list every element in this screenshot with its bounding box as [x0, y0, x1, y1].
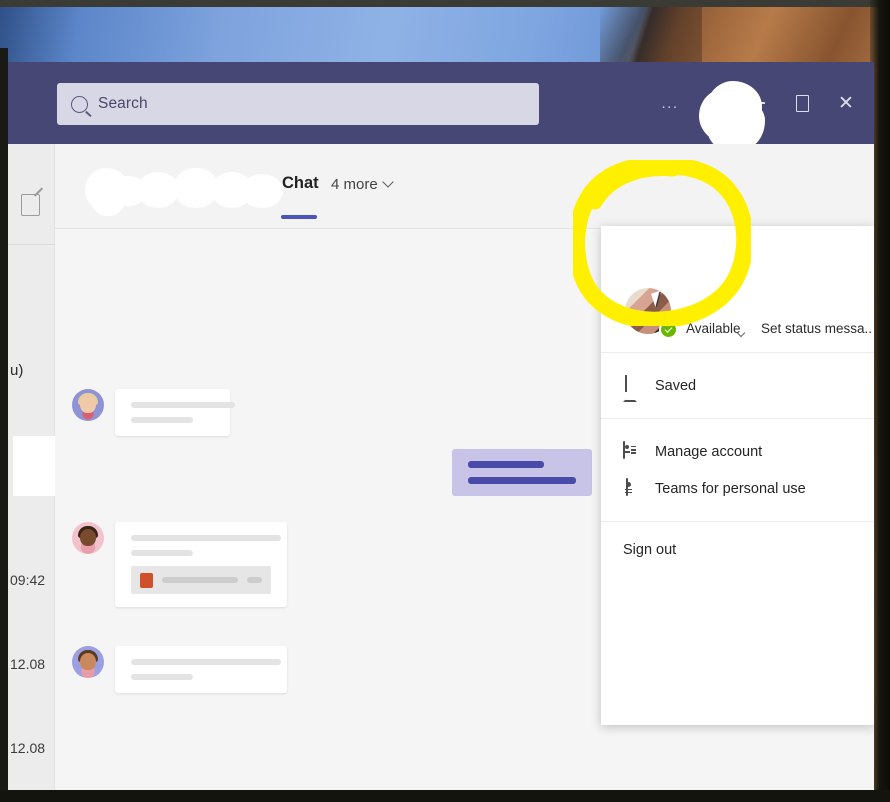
tab-chat[interactable]: Chat	[282, 174, 319, 193]
redacted-file-size	[246, 577, 262, 583]
avatar-face	[80, 396, 96, 414]
attachment-row[interactable]	[131, 566, 271, 594]
redacted-file-name	[162, 577, 238, 583]
chat-tabstrip: Chat 4 more	[55, 144, 874, 229]
set-status-message-button[interactable]: Set status messa..	[761, 321, 872, 336]
more-options-button[interactable]: ...	[648, 80, 692, 126]
ellipsis-icon: ...	[661, 94, 679, 112]
window-titlebar: Search ... ✕	[8, 62, 874, 144]
wallpaper-cliff-edge	[592, 7, 702, 67]
contact-card-icon	[623, 441, 641, 461]
redacted-text-line	[131, 417, 193, 423]
desktop-left-edge	[0, 48, 8, 802]
menu-group-signout: Sign out	[601, 522, 874, 582]
avatar-face	[80, 653, 96, 671]
menu-item-manage-account[interactable]: Manage account	[601, 433, 874, 470]
menu-item-label: Saved	[655, 377, 697, 394]
file-icon	[140, 572, 153, 588]
redacted-text-line	[468, 477, 576, 484]
chat-list-timestamp: 12.08	[10, 740, 46, 756]
presence-available-badge	[659, 320, 678, 339]
chat-list-timestamp: 09:42	[10, 572, 46, 588]
tab-more-dropdown[interactable]: 4 more	[331, 175, 394, 193]
redacted-text-line	[131, 550, 193, 556]
close-icon: ✕	[838, 92, 854, 114]
chat-list-label-you: u)	[10, 362, 24, 379]
menu-group-saved: Saved	[601, 353, 874, 419]
message-row	[72, 522, 287, 607]
tab-icon-sliver	[83, 180, 99, 195]
desktop-top-strip	[0, 0, 890, 7]
chevron-down-icon	[382, 175, 394, 188]
menu-item-teams-personal[interactable]: Teams for personal use	[601, 470, 874, 507]
avatar	[72, 522, 104, 554]
profile-header: Available Set status messa..	[601, 226, 874, 353]
search-icon	[71, 95, 88, 113]
redacted-text-line	[131, 659, 281, 665]
close-button[interactable]: ✕	[824, 80, 868, 126]
chat-list-rail: u) 09:42 12.08 12.08	[8, 144, 61, 790]
search-placeholder: Search	[98, 95, 148, 112]
desktop-bottom-edge	[0, 790, 890, 802]
maximize-icon	[795, 94, 809, 112]
redacted-text-line	[468, 461, 544, 468]
teams-window: Search ... ✕ u) 09:42 12.08 12.08 Chat 4…	[8, 62, 874, 790]
app-body: u) 09:42 12.08 12.08 Chat 4 more Availab…	[8, 144, 874, 790]
tab-active-indicator	[281, 215, 317, 219]
message-bubble-incoming[interactable]	[115, 389, 235, 436]
message-bubble-incoming[interactable]	[115, 646, 287, 693]
redacted-text-line	[131, 535, 281, 541]
redacted-text-line	[131, 402, 235, 408]
avatar	[72, 389, 104, 421]
message-row	[72, 646, 287, 693]
redaction-blob-tabs	[85, 166, 283, 216]
avatar	[72, 646, 104, 678]
maximize-button[interactable]	[780, 80, 824, 126]
search-input[interactable]: Search	[57, 83, 539, 125]
bookmark-icon	[623, 375, 641, 400]
redaction-blob-avatar	[706, 81, 762, 139]
menu-group-account: Manage account Teams for personal use	[601, 419, 874, 522]
menu-item-sign-out[interactable]: Sign out	[601, 542, 874, 558]
menu-item-saved[interactable]: Saved	[601, 367, 874, 404]
rail-divider	[8, 244, 55, 245]
mobile-phone-icon	[623, 478, 641, 498]
chat-list-item-selected[interactable]	[13, 436, 61, 496]
status-label[interactable]: Available	[686, 321, 741, 336]
avatar-face	[80, 529, 96, 547]
menu-item-label: Manage account	[655, 443, 763, 460]
message-row	[72, 389, 235, 436]
message-bubble-outgoing[interactable]	[452, 449, 592, 496]
redacted-text-line	[131, 674, 193, 680]
chat-list-timestamp: 12.08	[10, 656, 46, 672]
profile-dropdown-menu: Available Set status messa.. Saved Manag…	[601, 226, 874, 725]
menu-item-label: Teams for personal use	[655, 480, 806, 497]
tab-more-label: 4 more	[331, 176, 378, 193]
message-bubble-incoming[interactable]	[115, 522, 287, 607]
compose-icon[interactable]	[21, 194, 40, 216]
